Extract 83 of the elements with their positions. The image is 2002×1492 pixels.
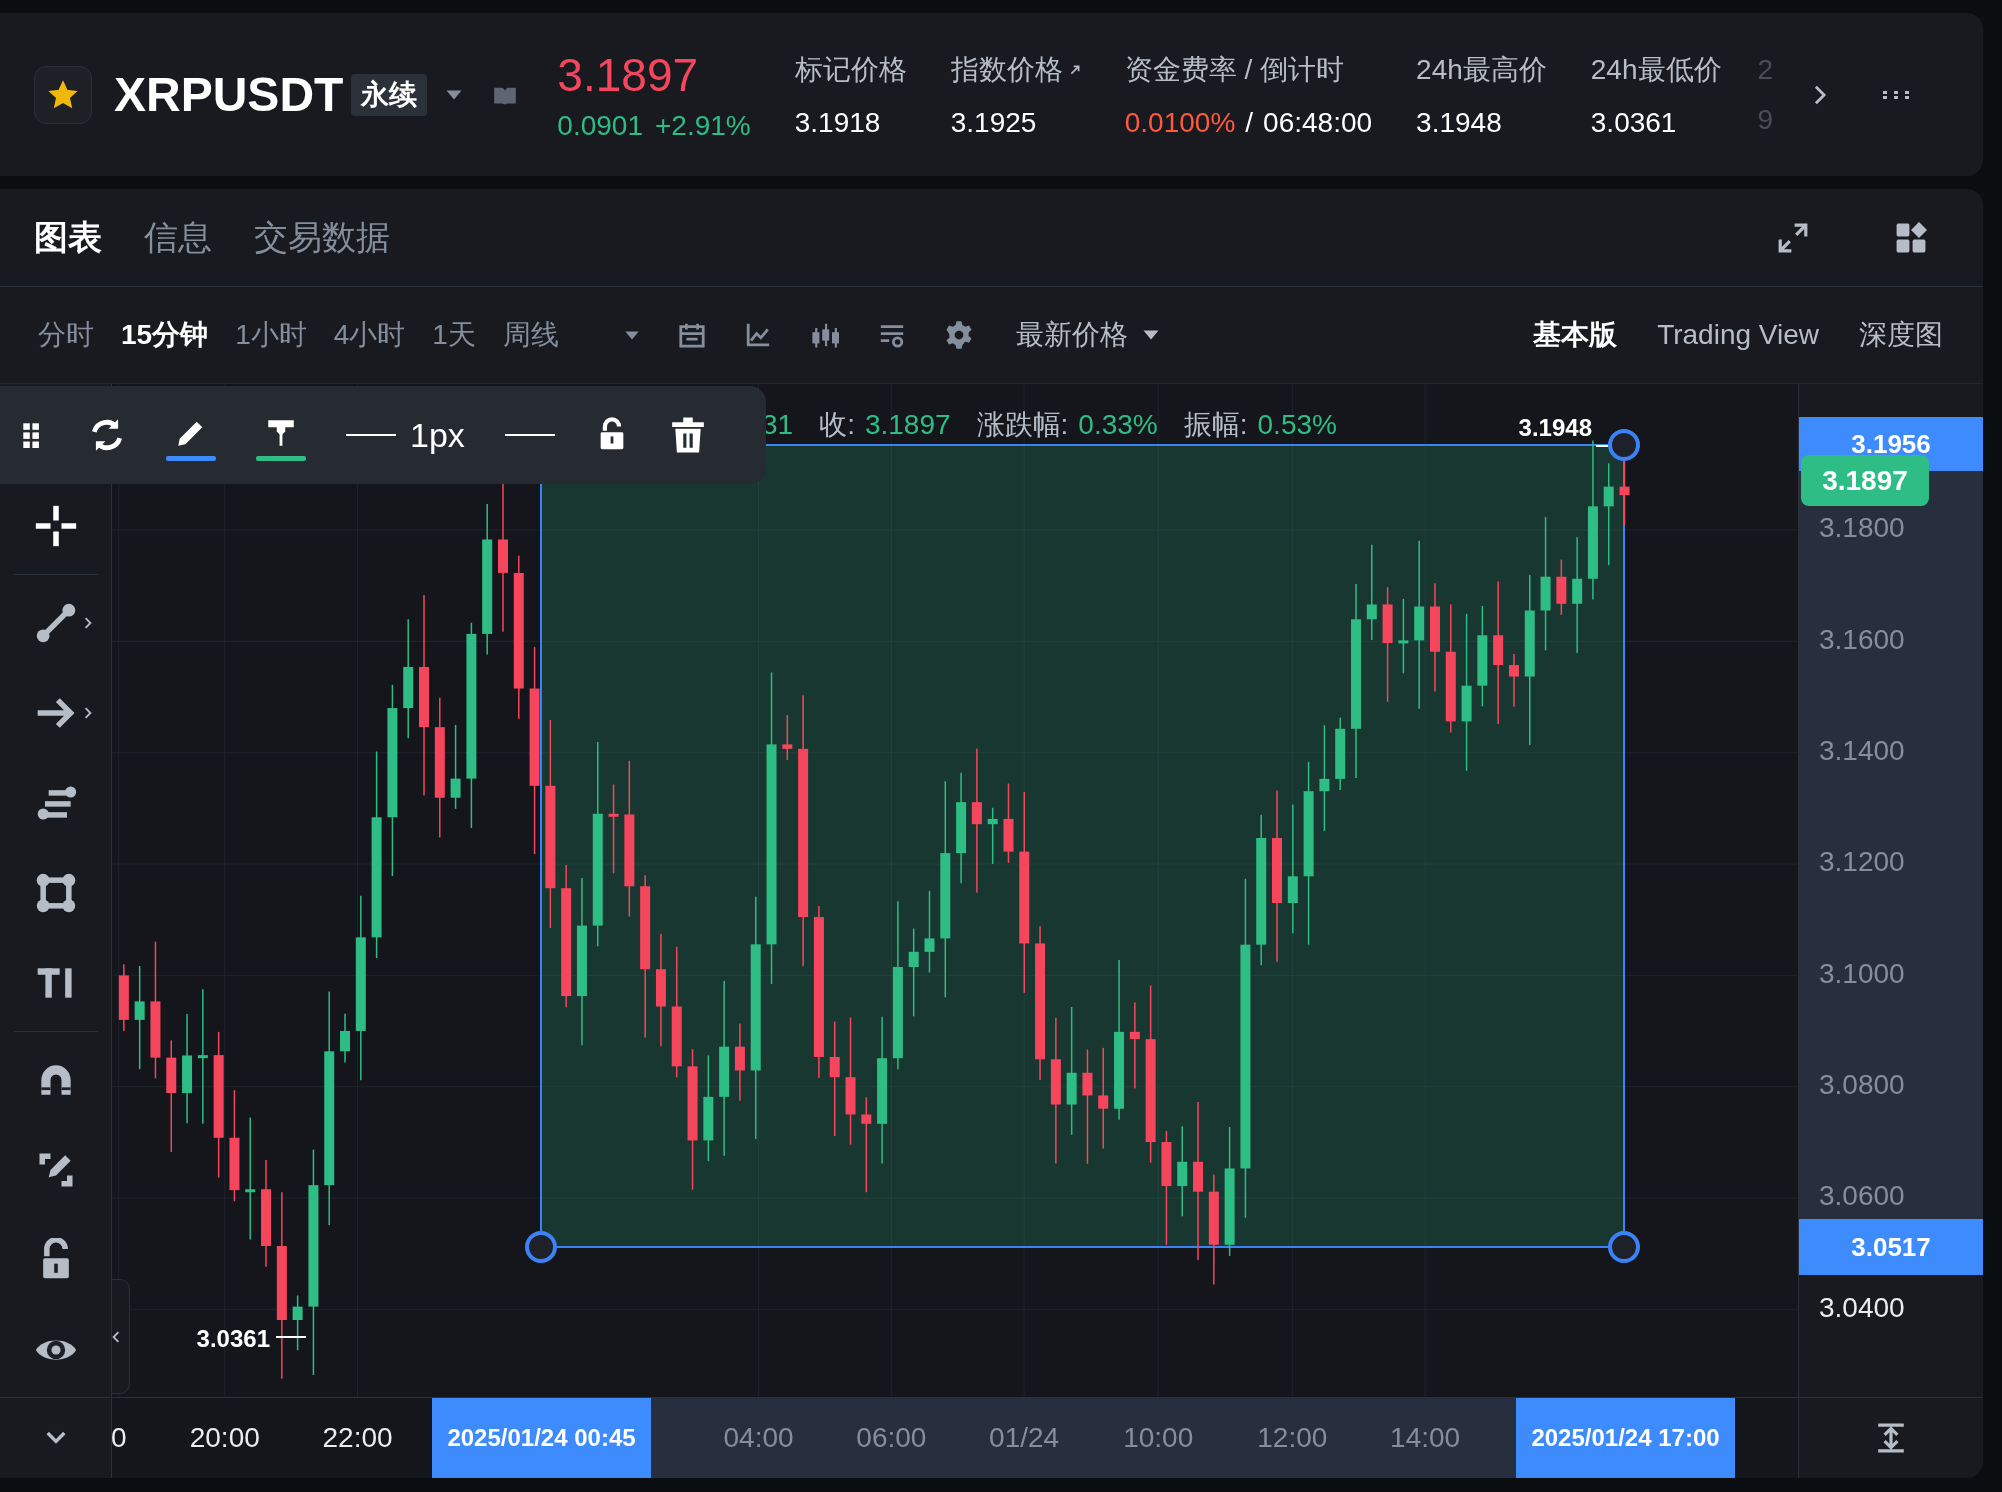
range-start-label: 2025/01/24 00:45	[432, 1398, 651, 1478]
price-change-percent: +2.91%	[655, 109, 751, 142]
price-tick-label: 3.1200	[1819, 846, 1905, 879]
chevron-left-icon	[112, 1330, 120, 1343]
ohlc-value: 3.1897	[864, 409, 951, 442]
time-tick-label: 22:00	[322, 1422, 393, 1455]
selection-rectangle[interactable]	[540, 444, 1625, 1249]
fit-scale-icon[interactable]	[1875, 1422, 1907, 1455]
chevron-right-icon[interactable]	[1813, 83, 1828, 106]
calendar-icon[interactable]	[677, 321, 706, 350]
favorite-button[interactable]	[34, 65, 92, 124]
time-tick-label: 04:00	[723, 1422, 794, 1455]
interval-tab[interactable]: 1天	[432, 316, 476, 355]
layout-icon[interactable]	[1895, 221, 1927, 254]
candlestick-icon[interactable]	[809, 321, 840, 350]
chevron-right-icon[interactable]	[83, 707, 92, 720]
line-width-button[interactable]: 1px	[346, 415, 465, 455]
contract-tag: 永续	[351, 73, 428, 116]
range-low-label: 3.0517	[1799, 1219, 1983, 1276]
ohlc-label: 收:	[819, 408, 855, 443]
stat-value: 3.1918	[794, 106, 881, 139]
ohlc-value: 0.53%	[1257, 409, 1337, 442]
stat-label: 指数价格	[950, 52, 1063, 87]
leader-line	[275, 1336, 307, 1339]
leader-line	[1595, 445, 1609, 448]
ohlc-value: 0.33%	[1078, 409, 1158, 442]
stat-label: 24h最低价	[1590, 52, 1722, 87]
price-tick-label: 3.0800	[1819, 1069, 1905, 1102]
ohlc-label: 涨跌幅:	[976, 408, 1069, 443]
low-marker-label: 3.0361	[196, 1325, 270, 1353]
caret-icon[interactable]	[623, 329, 640, 341]
stat-value: 3.1925	[950, 106, 1037, 139]
price-tick-label: 3.1400	[1819, 735, 1905, 768]
price-change: 0.0901	[557, 109, 643, 142]
stat-value: 3.0361	[1590, 106, 1677, 139]
view-tab[interactable]: Trading View	[1657, 319, 1819, 352]
price-tick-label: 3.0400	[1819, 1291, 1905, 1324]
resize-handle[interactable]	[1608, 429, 1640, 462]
time-tick-label: 20:00	[189, 1422, 260, 1455]
expand-icon[interactable]	[1777, 221, 1809, 254]
interval-tab[interactable]: 周线	[502, 316, 559, 355]
price-type-dropdown[interactable]: 最新价格	[1015, 316, 1160, 355]
high-marker-label: 3.1948	[1518, 414, 1592, 442]
time-tick-label: 0	[112, 1422, 127, 1455]
crosshair-icon[interactable]	[33, 504, 78, 549]
price-tick-label: 3.0600	[1819, 1180, 1905, 1213]
interval-tab[interactable]: 15分钟	[121, 316, 209, 355]
symbol-name: XRPUSDT	[114, 67, 344, 122]
stat-label: 24h最高价	[1416, 52, 1547, 87]
time-tick-label: 14:00	[1390, 1422, 1461, 1455]
time-tick-label: 01/24	[989, 1422, 1060, 1455]
interval-tab[interactable]: 1小时	[235, 316, 307, 355]
star-icon	[48, 79, 78, 110]
interval-tab[interactable]: 4小时	[333, 316, 406, 355]
ohlc-label: 振幅:	[1183, 408, 1248, 443]
price-tick-label: 3.1000	[1819, 957, 1905, 990]
stat-value: 3.1948	[1416, 106, 1502, 139]
arrow-icon[interactable]	[1068, 63, 1081, 76]
caret-icon[interactable]	[445, 88, 464, 101]
time-tick-label: 12:00	[1257, 1422, 1328, 1455]
view-tab[interactable]: 基本版	[1533, 316, 1618, 355]
last-price: 3.1897	[557, 47, 700, 102]
price-tick-label: 3.1800	[1819, 512, 1905, 545]
chevron-right-icon[interactable]	[83, 617, 92, 630]
time-tick-label: 10:00	[1123, 1422, 1194, 1455]
countdown-value: 06:48:00	[1263, 106, 1373, 139]
resize-handle[interactable]	[1608, 1231, 1640, 1264]
separator-text: /	[1245, 106, 1254, 139]
tab[interactable]: 图表	[34, 188, 102, 287]
view-tab[interactable]: 深度图	[1859, 316, 1943, 355]
tab[interactable]: 信息	[144, 188, 212, 287]
stat-label: 标记价格	[794, 52, 907, 87]
stat-value: 0.0100%	[1124, 106, 1236, 139]
last-price-label: 3.1897	[1801, 455, 1929, 507]
resize-handle[interactable]	[525, 1231, 557, 1264]
price-tick-label: 3.1600	[1819, 623, 1905, 656]
chevron-down-icon[interactable]	[45, 1431, 66, 1446]
time-tick-label: 06:00	[856, 1422, 927, 1455]
tab[interactable]: 交易数据	[254, 188, 390, 287]
stat-label: 资金费率 / 倒计时	[1124, 52, 1345, 87]
range-end-label: 2025/01/24 17:00	[1516, 1398, 1735, 1478]
caret-icon	[1141, 329, 1160, 342]
interval-tab[interactable]: 分时	[38, 316, 94, 355]
